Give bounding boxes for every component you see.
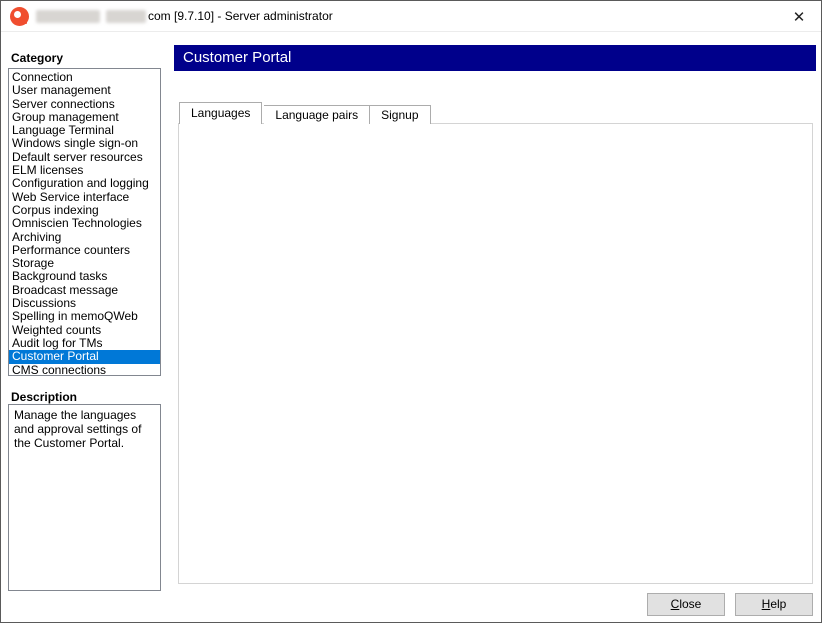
- tab[interactable]: Signup: [370, 105, 430, 124]
- tab[interactable]: Language pairs: [264, 105, 370, 124]
- category-item[interactable]: Omniscien Technologies: [9, 217, 160, 230]
- category-list[interactable]: ConnectionUser managementServer connecti…: [8, 68, 161, 376]
- category-item[interactable]: Discussions: [9, 297, 160, 310]
- redacted-server-name: [36, 10, 100, 23]
- category-item[interactable]: Corpus indexing: [9, 204, 160, 217]
- category-item[interactable]: Group management: [9, 111, 160, 124]
- category-item[interactable]: User management: [9, 84, 160, 97]
- category-item[interactable]: Server connections: [9, 98, 160, 111]
- category-item[interactable]: Web Service interface: [9, 191, 160, 204]
- category-item[interactable]: Broadcast message: [9, 284, 160, 297]
- title-bar: com [9.7.10] - Server administrator ✕: [1, 1, 821, 32]
- description-heading: Description: [11, 390, 77, 404]
- category-item[interactable]: Connection: [9, 71, 160, 84]
- close-icon[interactable]: ✕: [788, 7, 810, 27]
- tab-strip: LanguagesLanguage pairsSignup: [179, 102, 431, 124]
- memoq-logo-icon: [10, 7, 29, 26]
- category-item[interactable]: Performance counters: [9, 244, 160, 257]
- help-button[interactable]: Help: [735, 593, 813, 616]
- description-text: Manage the languages and approval settin…: [8, 404, 161, 591]
- page-title: Customer Portal: [174, 45, 816, 71]
- category-item[interactable]: Archiving: [9, 231, 160, 244]
- close-button[interactable]: Close: [647, 593, 725, 616]
- category-item[interactable]: Audit log for TMs: [9, 337, 160, 350]
- category-heading: Category: [11, 51, 63, 65]
- category-item[interactable]: Background tasks: [9, 270, 160, 283]
- category-item[interactable]: Customer Portal: [9, 350, 160, 363]
- category-item[interactable]: Storage: [9, 257, 160, 270]
- redacted-server-name: [106, 10, 146, 23]
- category-item[interactable]: Configuration and logging: [9, 177, 160, 190]
- category-item[interactable]: Default server resources: [9, 151, 160, 164]
- category-item[interactable]: Spelling in memoQWeb: [9, 310, 160, 323]
- category-item[interactable]: Weighted counts: [9, 324, 160, 337]
- category-item[interactable]: Language Terminal: [9, 124, 160, 137]
- category-item[interactable]: CMS connections: [9, 364, 160, 376]
- server-administrator-window: com [9.7.10] - Server administrator ✕ Ca…: [0, 0, 822, 623]
- tab[interactable]: Languages: [179, 102, 262, 124]
- window-title: com [9.7.10] - Server administrator: [148, 9, 333, 23]
- category-item[interactable]: Windows single sign-on: [9, 137, 160, 150]
- languages-tab-panel: [178, 123, 813, 584]
- category-item[interactable]: ELM licenses: [9, 164, 160, 177]
